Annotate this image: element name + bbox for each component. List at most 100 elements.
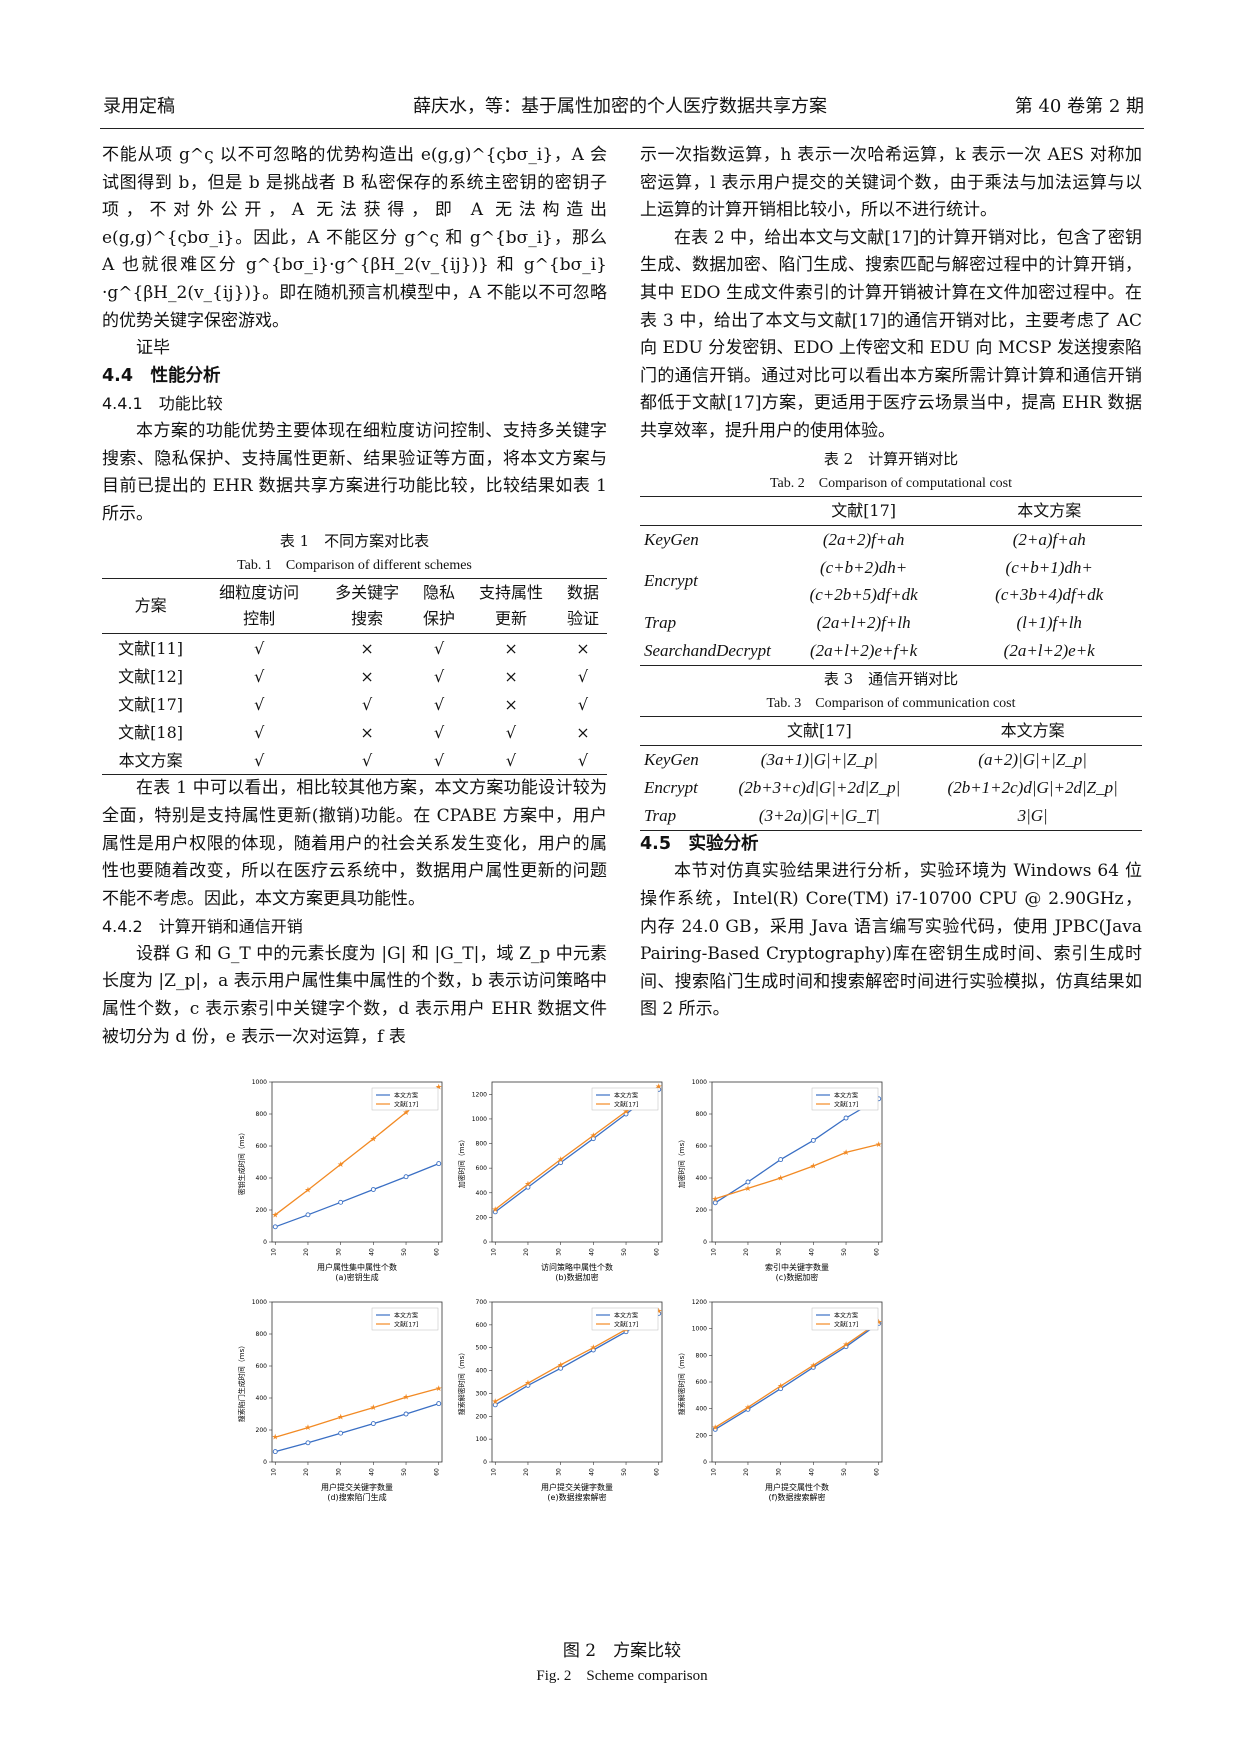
table3-header-cell [640,715,716,746]
x-tick-label: 60 [434,1248,441,1256]
table-row: Trap (3+2a)|G|+|G_T| 3|G| [640,801,1142,831]
table1-header-cell: 方案 [102,578,200,635]
y-axis-label: 搜索解密时间（ms） [677,1349,686,1415]
data-point [843,1115,849,1121]
data-point: ★ [842,1148,849,1157]
experiment-paragraph: 本节对仿真实验结果进行分析，实验环境为 Windows 64 位操作系统，Int… [640,861,1142,1020]
table3-cell: (2b+3+c)d|G|+2d|Z_p| [738,777,901,797]
table1-analysis-paragraph: 在表 1 中可以看出，相比较其他方案，本文方案功能设计较为全面，特别是支持属性更… [102,778,607,909]
data-point: ★ [842,1340,849,1349]
data-point: ★ [304,1186,311,1195]
legend-label: 本文方案 [614,1092,638,1100]
table1-header-text: 隐私 [423,583,456,603]
data-point [338,1430,344,1436]
x-tick-label: 50 [841,1248,848,1256]
x-tick-label: 20 [303,1248,310,1256]
x-tick-label: 50 [401,1248,408,1256]
table3-cell: Trap [640,801,716,831]
table3-cell: Encrypt [644,777,698,797]
table1-cell: 文献[12] [118,666,184,686]
table2-cell: Trap [644,612,677,632]
table1-cell: √ [254,694,265,714]
data-point: ★ [337,1413,344,1422]
table2-caption-en: Tab. 2 Comparison of computational cost [769,475,1013,491]
table1-cell: √ [463,746,559,776]
data-point: ★ [557,1155,564,1164]
left-column: 不能从项 g^ς 以不可忽略的优势构造出 e(g,g)^{ςbσ_i}，A 会试… [102,142,607,1051]
series-line [714,1321,880,1428]
header-rule [100,128,1144,129]
table1-cell: √ [199,746,320,776]
proof-paragraph: 不能从项 g^ς 以不可忽略的优势构造出 e(g,g)^{ςbσ_i}，A 会试… [102,145,607,331]
x-tick-label: 30 [556,1468,563,1476]
y-tick-label: 200 [476,1413,488,1420]
legend-label: 本文方案 [394,1312,418,1320]
y-tick-label: 0 [483,1459,487,1466]
data-point: ★ [524,1180,531,1189]
y-tick-label: 800 [256,1331,268,1338]
y-axis-label: 加密时间（ms） [457,1136,466,1188]
table1-cell: 文献[18] [118,722,184,742]
table1-header-cell: 支持属性 更新 [463,578,559,635]
table2: 文献[17] 本文方案 KeyGen (2a+2)f+ah (2+a)f+ah Encry… [640,495,1142,666]
x-tick-label: 20 [743,1468,750,1476]
table1-cell: √ [577,694,589,714]
y-tick-label: 600 [256,1143,268,1150]
table-row: 本文方案 √ √ √ √ √ [102,746,607,776]
x-tick-label: 20 [303,1468,310,1476]
x-tick-label: 20 [523,1248,530,1256]
table1-header-cell: 数据 验证 [558,578,607,635]
y-tick-label: 0 [263,1239,267,1246]
table1-cell: × [360,666,374,686]
data-point: ★ [402,1393,409,1402]
data-point: ★ [810,1361,817,1370]
subplot-subtitle: (a)密钥生成 [335,1272,378,1282]
table1-cell: 本文方案 [102,746,200,776]
y-tick-label: 700 [476,1299,488,1306]
table2-cell: KeyGen [644,529,699,549]
series-line [275,1387,439,1438]
x-tick-label: 60 [654,1468,661,1476]
table2-cell: (2a+l+2)f+lh [816,612,911,632]
data-point: ★ [492,1397,499,1406]
x-tick-label: 40 [588,1468,595,1476]
table2-cell: (2+a)f+ah [1012,529,1086,549]
data-point [403,1411,409,1417]
table2-cell: (2a+2)f+ah [822,529,905,549]
subplot-subtitle: (e)数据搜索解密 [547,1492,606,1502]
table1-cell: × [504,666,518,686]
table3-header-cell: 文献[17] [715,715,924,746]
table1-cell: 文献[11] [118,638,184,658]
table2-cell: (c+b+2)dh+ (c+2b+5)df+dk [809,557,918,605]
y-axis-label: 搜索解密时间（ms） [457,1349,466,1415]
x-tick-label: 20 [743,1248,750,1256]
table2-header-cell: 本文方案 [956,495,1142,526]
table1-cell: × [504,694,518,714]
table3: 文献[17] 本文方案 KeyGen (3a+1)|G|+|Z_p| (a+2)|G|+… [640,715,1142,831]
table3-caption-cn: 表 3 通信开销对比 [823,669,959,688]
section-4-4-heading: 4.4 性能分析 [102,365,221,386]
y-tick-label: 400 [476,1368,488,1375]
table1-cell: × [504,638,518,658]
figure-caption-cn: 图 2 方案比较 [562,1641,682,1661]
x-tick-label: 30 [556,1248,563,1256]
data-point: ★ [712,1194,719,1203]
x-tick-label: 10 [490,1248,497,1256]
data-point: ★ [590,1131,597,1140]
table1-header-text: 细粒度访问 [219,583,300,603]
x-tick-label: 30 [776,1248,783,1256]
data-point: ★ [370,1403,377,1412]
data-point: ★ [435,1384,442,1393]
data-point: ★ [492,1205,499,1214]
data-point: ★ [304,1423,311,1432]
data-point [370,1187,376,1192]
table1-cell: √ [577,666,589,686]
data-point: ★ [744,1403,751,1412]
table-row: Encrypt (2b+3+c)d|G|+2d|Z_p| (2b+1+2c)d|G|… [640,774,1142,802]
y-tick-label: 0 [703,1239,707,1246]
x-tick-label: 40 [808,1248,815,1256]
x-tick-label: 10 [270,1468,277,1476]
x-tick-label: 10 [710,1248,717,1256]
y-tick-label: 200 [476,1214,488,1221]
table-row: Encrypt (c+b+2)dh+ (c+2b+5)df+dk (c+b+1)dh… [640,554,1142,609]
